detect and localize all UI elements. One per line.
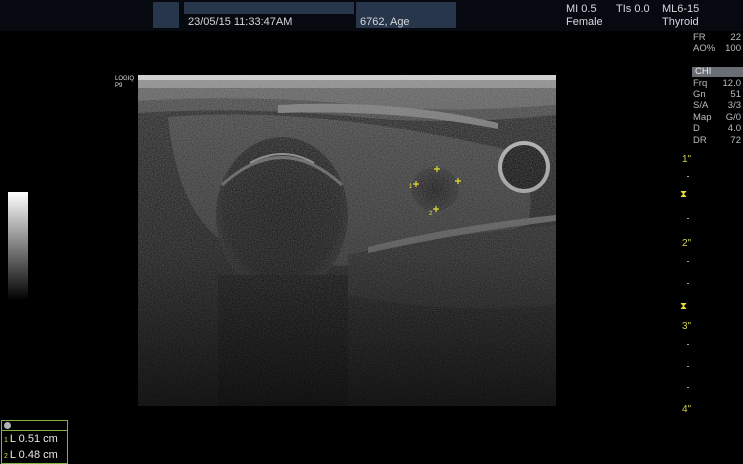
depth-tick (687, 344, 689, 345)
depth-tick (687, 283, 689, 284)
depth-label-3: 3" (682, 321, 692, 332)
depth-label-4: 4" (682, 404, 692, 415)
anonymized-block (153, 2, 179, 28)
depth-tick (687, 387, 689, 388)
depth-tick (687, 261, 689, 262)
measurement-panel-header (2, 421, 67, 431)
depth-tick (687, 176, 689, 177)
anonymized-block (410, 16, 434, 28)
grayscale-bar (8, 192, 28, 300)
thermal-index: TIs 0.0 (616, 3, 650, 15)
depth-tick (687, 218, 689, 219)
record-icon (4, 422, 11, 429)
exam-preset: Thyroid (662, 16, 699, 28)
anonymized-block (184, 2, 354, 14)
ultrasound-image[interactable]: 1 2 (138, 75, 556, 406)
measurement-panel: 1L 0.51 cm 2L 0.48 cm (1, 420, 68, 464)
patient-sex: Female (566, 16, 603, 28)
probe-name: ML6-15 (662, 3, 700, 15)
focus-zone-marker[interactable]: ⧗ (680, 190, 687, 200)
patient-id: 6762, Age (360, 16, 410, 28)
depth-label-2: 2" (682, 238, 692, 249)
focus-zone-marker[interactable]: ⧗ (680, 302, 687, 312)
measurement-1: 1L 0.51 cm (4, 433, 58, 445)
probe-label: LOGIQ P9 (115, 76, 135, 89)
measurement-2: 2L 0.48 cm (4, 449, 58, 461)
mode-label: CHI (695, 66, 712, 77)
exam-datetime: 23/05/15 11:33:47AM (188, 16, 293, 28)
mechanical-index: MI 0.5 (566, 3, 597, 15)
depth-label-1: 1" (682, 154, 692, 165)
depth-tick (687, 366, 689, 367)
header-bar: 23/05/15 11:33:47AM 6762, Age MI 0.5 TIs… (0, 0, 743, 31)
